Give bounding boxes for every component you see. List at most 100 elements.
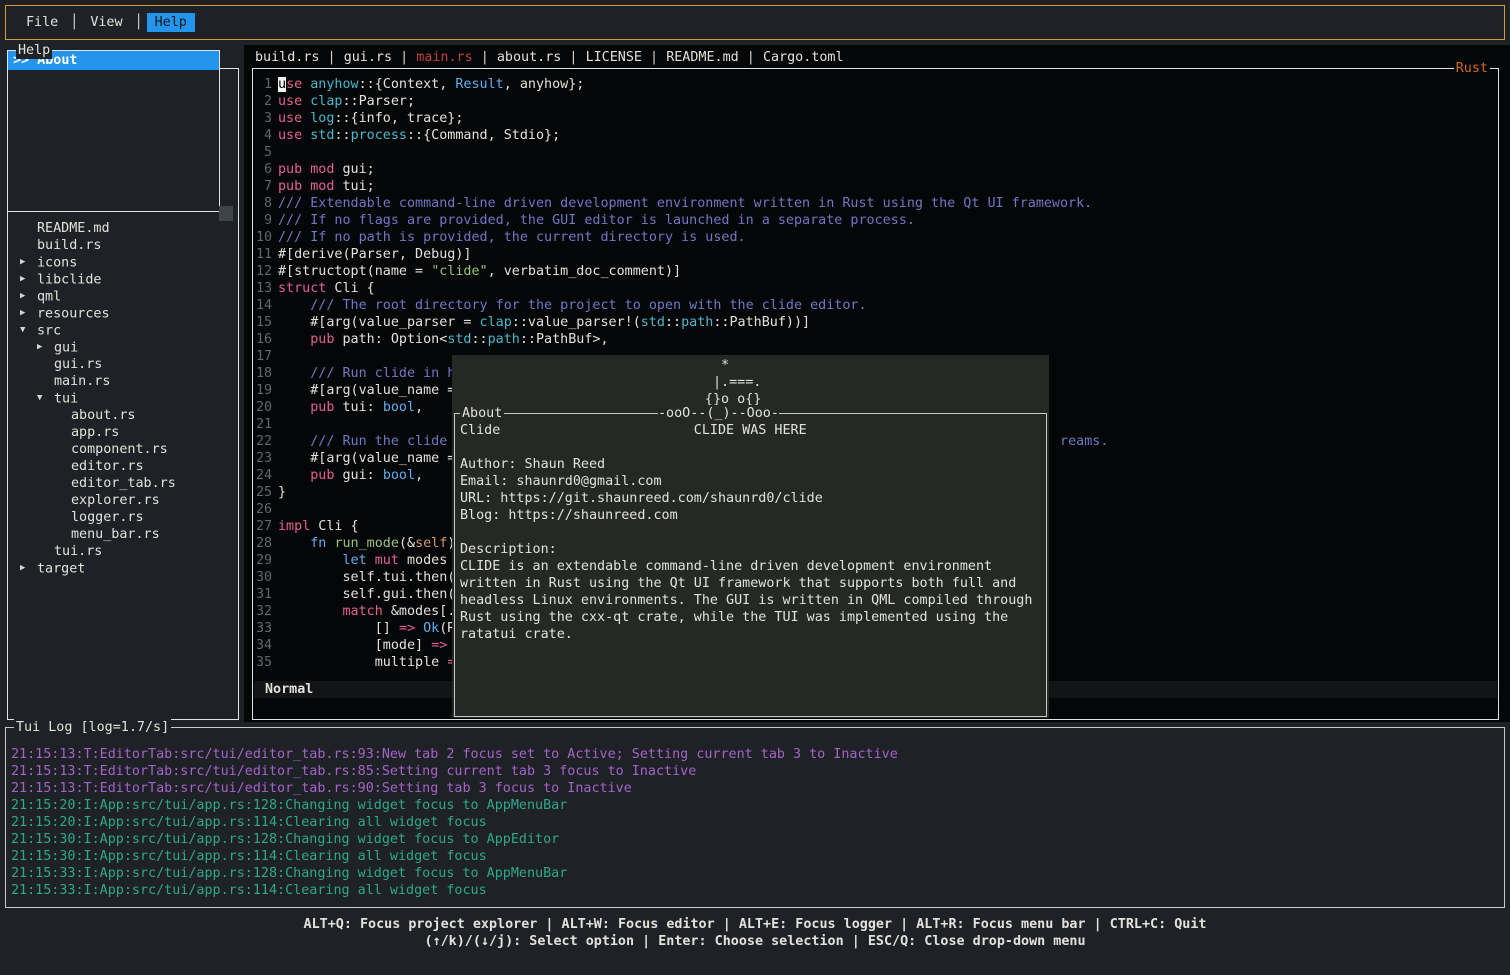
explorer-item-about.rs[interactable]: about.rs (8, 407, 237, 424)
code-token: bool (383, 400, 415, 415)
about-content-line: CLIDE is an extendable command-line driv… (460, 558, 1042, 575)
code-token: , (415, 400, 423, 415)
explorer-item-build.rs[interactable]: build.rs (8, 237, 237, 254)
line-number: 5 (256, 144, 272, 161)
explorer-item-gui[interactable]: ▶gui (8, 339, 237, 356)
line-number: 23 (256, 450, 272, 467)
code-line-14[interactable]: 14 /// The root directory for the projec… (256, 297, 1497, 314)
code-token: pub (278, 162, 302, 177)
shortcut-help-line-2: (↑/k)/(↓/j): Select option | Enter: Choo… (0, 933, 1510, 950)
code-line-1[interactable]: 1use anyhow::{Context, Result, anyhow}; (256, 76, 1497, 93)
code-token: mod (310, 179, 334, 194)
scrollbar-thumb[interactable] (219, 206, 233, 221)
editor-tab-bar: build.rs | gui.rs | main.rs | about.rs |… (255, 49, 844, 66)
menu-bar: File│View│Help (5, 5, 1505, 40)
code-token (278, 298, 310, 313)
explorer-item-explorer.rs[interactable]: explorer.rs (8, 492, 237, 509)
line-number: 35 (256, 654, 272, 671)
code-token: run_mode (334, 536, 399, 551)
code-token: mod (310, 162, 334, 177)
code-token: pub (310, 332, 334, 347)
explorer-item-src[interactable]: ▼src (8, 322, 237, 339)
code-line-3[interactable]: 3use log::{info, trace}; (256, 110, 1497, 127)
explorer-item-libclide[interactable]: ▶libclide (8, 271, 237, 288)
line-number: 12 (256, 263, 272, 280)
explorer-item-tui[interactable]: ▼tui (8, 390, 237, 407)
code-token: /// Run clide in h (310, 366, 455, 381)
code-token (278, 553, 343, 568)
explorer-item-main.rs[interactable]: main.rs (8, 373, 237, 390)
tab-license[interactable]: LICENSE (586, 50, 642, 65)
code-token: std (641, 315, 665, 330)
code-line-9[interactable]: 9 /// If no flags are provided, the GUI e… (256, 212, 1497, 229)
code-line-13[interactable]: 13struct Cli { (256, 280, 1497, 297)
tab-gui.rs[interactable]: gui.rs (344, 50, 392, 65)
about-dialog-title: About (460, 405, 504, 422)
explorer-item-label: logger.rs (71, 510, 144, 525)
line-number: 9 (256, 212, 272, 229)
code-token: #[arg(value_parser = (278, 315, 480, 330)
menu-separator: │ (70, 14, 78, 31)
tab-readme.md[interactable]: README.md (666, 50, 739, 65)
code-token (278, 468, 310, 483)
line-number: 15 (256, 314, 272, 331)
explorer-item-icons[interactable]: ▶icons (8, 254, 237, 271)
menu-item-view[interactable]: View (82, 13, 130, 32)
tab-about.rs[interactable]: about.rs (497, 50, 562, 65)
code-token (278, 434, 310, 449)
code-token: (& (399, 536, 415, 551)
log-entry: 21:15:33:I:App:src/tui/app.rs:114:Cleari… (11, 882, 1502, 899)
explorer-item-resources[interactable]: ▶resources (8, 305, 237, 322)
code-token: /// If no flags are provided, the GUI ed… (278, 213, 915, 228)
explorer-item-component.rs[interactable]: component.rs (8, 441, 237, 458)
code-line-16[interactable]: 16 pub path: Option<std::path::PathBuf>, (256, 331, 1497, 348)
tab-cargo.toml[interactable]: Cargo.toml (763, 50, 844, 65)
code-token: gui; (334, 162, 374, 177)
explorer-item-qml[interactable]: ▶qml (8, 288, 237, 305)
clide-app: File│View│Help Help >> About README.mdbu… (0, 0, 1510, 975)
menu-item-file[interactable]: File (18, 13, 66, 32)
explorer-item-app.rs[interactable]: app.rs (8, 424, 237, 441)
code-line-11[interactable]: 11#[derive(Parser, Debug)] (256, 246, 1497, 263)
code-token: clap (480, 315, 512, 330)
code-token: , (415, 468, 423, 483)
explorer-item-label: README.md (37, 221, 110, 236)
explorer-item-readme.md[interactable]: README.md (8, 220, 237, 237)
line-number: 13 (256, 280, 272, 297)
code-token: &modes[. (383, 604, 456, 619)
code-line-6[interactable]: 6pub mod gui; (256, 161, 1497, 178)
tab-build.rs[interactable]: build.rs (255, 50, 320, 65)
explorer-item-editor.rs[interactable]: editor.rs (8, 458, 237, 475)
code-token: reams. (1060, 434, 1108, 449)
explorer-item-gui.rs[interactable]: gui.rs (8, 356, 237, 373)
code-line-10[interactable]: 10/// If no path is provided, the curren… (256, 229, 1497, 246)
tab-separator: | (561, 50, 585, 65)
explorer-item-logger.rs[interactable]: logger.rs (8, 509, 237, 526)
chevron-right-icon: ▶ (20, 288, 37, 305)
line-number: 10 (256, 229, 272, 246)
line-number: 7 (256, 178, 272, 195)
code-line-2[interactable]: 2use clap::Parser; (256, 93, 1497, 110)
explorer-item-target[interactable]: ▶target (8, 560, 237, 577)
code-token: => (399, 621, 415, 636)
code-line-8[interactable]: 8/// Extendable command-line driven deve… (256, 195, 1497, 212)
tab-separator: | (392, 50, 416, 65)
code-line-12[interactable]: 12#[structopt(name = "clide", verbatim_d… (256, 263, 1497, 280)
line-number: 11 (256, 246, 272, 263)
code-token: std (310, 128, 334, 143)
menu-item-help[interactable]: Help (147, 13, 195, 32)
explorer-item-tui.rs[interactable]: tui.rs (8, 543, 237, 560)
code-line-15[interactable]: 15 #[arg(value_parser = clap::value_pars… (256, 314, 1497, 331)
log-panel: Tui Log [log=1.7/s] 21:15:13:T:EditorTab… (5, 727, 1505, 908)
explorer-item-editor_tab.rs[interactable]: editor_tab.rs (8, 475, 237, 492)
tab-main.rs[interactable]: main.rs (416, 50, 472, 65)
about-content-line (460, 439, 1042, 456)
code-line-5[interactable]: 5 (256, 144, 1497, 161)
code-line-4[interactable]: 4use std::process::{Command, Stdio}; (256, 127, 1497, 144)
log-entry: 21:15:13:T:EditorTab:src/tui/editor_tab.… (11, 763, 1502, 780)
chevron-right-icon: ▶ (37, 339, 54, 356)
code-token: let (343, 553, 367, 568)
code-line-7[interactable]: 7pub mod tui; (256, 178, 1497, 195)
explorer-item-menu_bar.rs[interactable]: menu_bar.rs (8, 526, 237, 543)
log-entry: 21:15:13:T:EditorTab:src/tui/editor_tab.… (11, 746, 1502, 763)
